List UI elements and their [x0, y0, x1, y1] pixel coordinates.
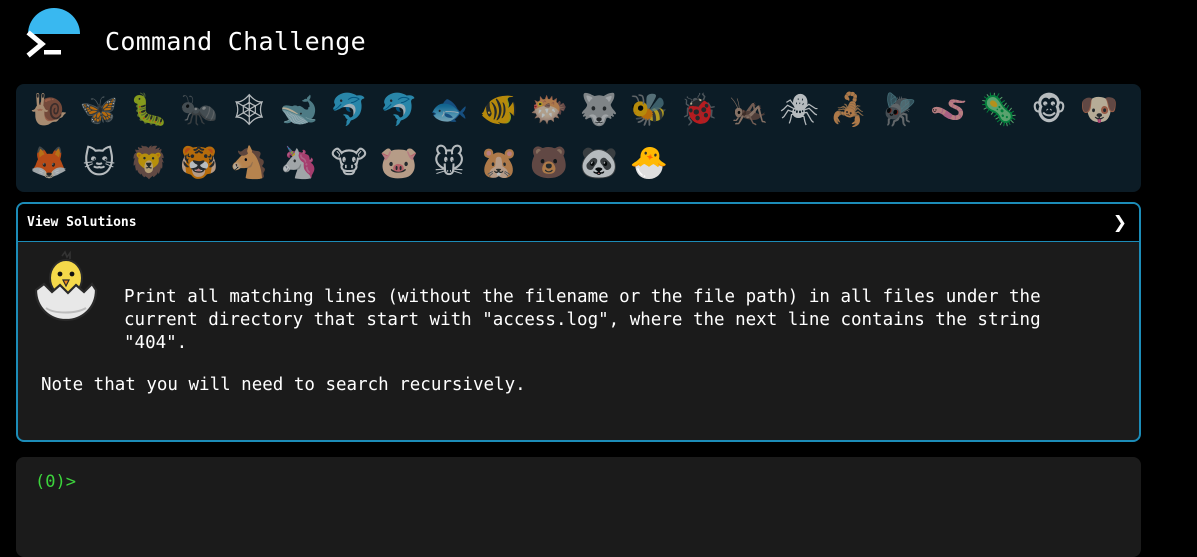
terminal-prompt: (0)> — [35, 472, 76, 492]
microbe-icon[interactable]: 🦠 — [974, 87, 1024, 133]
terminal-prompt-icon[interactable] — [26, 28, 66, 62]
challenge-selector: 🐌 🦋 🐛 🐜 🕸 🐋 🐬 🐬 🐟 🐠 🐡 🐺 🐝 🐞 🦗 🕷 🦂 🪰 🪱 🦠 🐵 🐶 🦊 🐱 🦁 🐯 🐴 🦄 🐮 🐷 🐭 🐹 🐻 🐼 🐣 — [16, 84, 1141, 192]
bee-icon[interactable]: 🐝 — [624, 87, 674, 133]
unicorn-icon[interactable]: 🦄 — [274, 140, 324, 186]
chevron-right-icon[interactable]: ❯ — [1113, 213, 1127, 233]
scorpion-icon[interactable]: 🦂 — [824, 87, 874, 133]
challenge-panel: View Solutions ❯ Print all matching line… — [16, 202, 1141, 442]
blowfish-icon[interactable]: 🐡 — [524, 87, 574, 133]
pig-icon[interactable]: 🐷 — [374, 140, 424, 186]
cow-icon[interactable]: 🐮 — [324, 140, 374, 186]
challenge-description: Print all matching lines (without the fi… — [124, 287, 1041, 353]
spider-icon[interactable]: 🕷 — [774, 87, 824, 133]
worm-icon[interactable]: 🪱 — [924, 87, 974, 133]
challenge-row: 🦊 🐱 🦁 🐯 🐴 🦄 🐮 🐷 🐭 🐹 🐻 🐼 🐣 — [24, 140, 674, 186]
fly-icon[interactable]: 🪰 — [874, 87, 924, 133]
spider-web-icon[interactable]: 🕸 — [224, 87, 274, 133]
snail-icon[interactable]: 🐌 — [24, 87, 74, 133]
cat-icon[interactable]: 🐱 — [74, 140, 124, 186]
butterfly-icon[interactable]: 🦋 — [74, 87, 124, 133]
fish-icon[interactable]: 🐟 — [424, 87, 474, 133]
ant-icon[interactable]: 🐜 — [174, 87, 224, 133]
tropical-fish-icon[interactable]: 🐠 — [474, 87, 524, 133]
challenge-note: Note that you will need to search recurs… — [41, 375, 526, 395]
tiger-icon[interactable]: 🐯 — [174, 140, 224, 186]
monkey-icon[interactable]: 🐵 — [1024, 87, 1074, 133]
header: Command Challenge — [0, 0, 1197, 84]
command-input[interactable] — [80, 469, 1084, 495]
hatching-chick-icon — [34, 250, 98, 322]
hamster-icon[interactable]: 🐹 — [474, 140, 524, 186]
app-title[interactable]: Command Challenge — [105, 27, 366, 56]
dolphin-icon[interactable]: 🐬 — [324, 87, 374, 133]
lady-beetle-icon[interactable]: 🐞 — [674, 87, 724, 133]
terminal[interactable]: (0)> — [16, 457, 1141, 557]
bear-icon[interactable]: 🐻 — [524, 140, 574, 186]
lion-icon[interactable]: 🦁 — [124, 140, 174, 186]
hatching-chick-icon[interactable]: 🐣 — [624, 140, 674, 186]
panda-icon[interactable]: 🐼 — [574, 140, 624, 186]
shark-icon[interactable]: 🐬 — [374, 87, 424, 133]
whale-icon[interactable]: 🐋 — [274, 87, 324, 133]
horse-icon[interactable]: 🐴 — [224, 140, 274, 186]
cricket-icon[interactable]: 🦗 — [724, 87, 774, 133]
mouse-icon[interactable]: 🐭 — [424, 140, 474, 186]
view-solutions-toggle[interactable]: View Solutions ❯ — [18, 204, 1139, 242]
view-solutions-label: View Solutions — [27, 215, 137, 230]
dog-icon[interactable]: 🐶 — [1074, 87, 1124, 133]
fox-icon[interactable]: 🦊 — [24, 140, 74, 186]
wolf-icon[interactable]: 🐺 — [574, 87, 624, 133]
challenge-row: 🐌 🦋 🐛 🐜 🕸 🐋 🐬 🐬 🐟 🐠 🐡 🐺 🐝 🐞 🦗 🕷 🦂 🪰 🪱 🦠 🐵 🐶 — [24, 87, 1124, 133]
caterpillar-icon[interactable]: 🐛 — [124, 87, 174, 133]
